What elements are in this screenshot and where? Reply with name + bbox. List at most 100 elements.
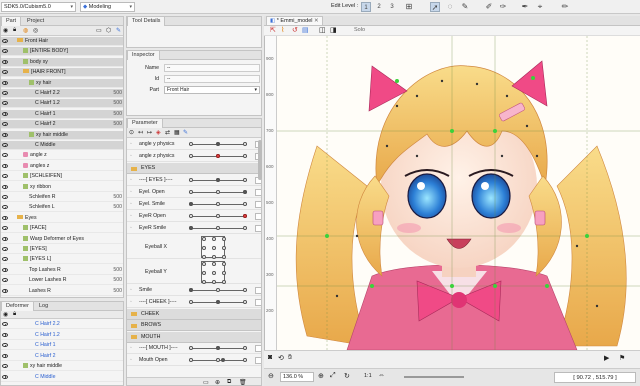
- part-row[interactable]: C Hairf 1.2 500: [1, 99, 123, 109]
- link-icon[interactable]: ⊙: [129, 129, 134, 136]
- parameter-row[interactable]: ◦ EyeR Open 1.0: [127, 211, 261, 222]
- deform-brush-icon[interactable]: ✐: [484, 2, 494, 12]
- parameter-row[interactable]: ◦ ----[ MOUTH ]---- 0.0: [127, 343, 261, 354]
- new-deformer-icon[interactable]: ⬡: [106, 27, 111, 34]
- eye-icon[interactable]: [2, 111, 8, 116]
- bezier-icon[interactable]: ⌇: [281, 26, 284, 34]
- keyform-point[interactable]: [243, 142, 247, 146]
- edit-level-2-button[interactable]: 2: [374, 2, 384, 12]
- eye-toggle-icon[interactable]: ◉: [3, 27, 8, 34]
- eye-icon[interactable]: [2, 226, 8, 231]
- eye-icon[interactable]: [2, 205, 8, 210]
- flip-icon[interactable]: ⇔: [378, 372, 385, 379]
- slider-handle[interactable]: [216, 142, 220, 146]
- keyform-point[interactable]: [243, 299, 247, 304]
- keyform-point[interactable]: [189, 299, 193, 304]
- eye-icon[interactable]: [2, 70, 8, 75]
- part-row[interactable]: xy ribbon: [1, 183, 123, 192]
- actual-size-button[interactable]: 1:1: [364, 373, 372, 379]
- keyform-point[interactable]: [189, 358, 193, 362]
- parameter-value-field[interactable]: 0.0: [255, 345, 261, 352]
- parameter-slider[interactable]: [189, 358, 247, 362]
- tab-emmi-model[interactable]: ◧ * Emmi_model ✕: [266, 16, 323, 26]
- parameter-link-icon[interactable]: ◦: [130, 345, 132, 351]
- eye-icon[interactable]: [2, 257, 8, 262]
- eye-icon[interactable]: [2, 80, 8, 85]
- parameter-slider[interactable]: [189, 177, 247, 182]
- arrange-icon[interactable]: ⇱: [270, 26, 276, 34]
- eye-icon[interactable]: [2, 59, 8, 64]
- part-row[interactable]: [SCHLEIFEN]: [1, 172, 123, 182]
- parameter-value-field[interactable]: 0.0: [255, 224, 261, 232]
- part-row[interactable]: [ENTIRE BODY]: [1, 47, 123, 57]
- grid-keyform-point[interactable]: [222, 261, 226, 266]
- lasso-icon[interactable]: ◌: [445, 2, 455, 12]
- curve-icon[interactable]: ↺: [292, 26, 298, 34]
- keyform-point[interactable]: [216, 287, 220, 292]
- eye-icon[interactable]: [2, 374, 8, 379]
- parameter-row[interactable]: Eyeball Y: [127, 260, 261, 284]
- new-parameter-icon[interactable]: ⊕: [215, 379, 220, 385]
- eye-icon[interactable]: [2, 122, 8, 127]
- parameter-value-field[interactable]: 1.0: [255, 212, 261, 220]
- part-row[interactable]: Lashes R 500: [1, 287, 123, 296]
- eye-toggle-icon[interactable]: ◉: [3, 311, 8, 318]
- eye-icon[interactable]: [2, 39, 8, 43]
- camera-icon[interactable]: ◙: [268, 354, 272, 361]
- keyform-point[interactable]: [216, 189, 220, 194]
- id-field[interactable]: --: [164, 75, 260, 83]
- onion-skin-icon[interactable]: ⟲: [278, 354, 284, 362]
- parameter-slider[interactable]: [189, 287, 247, 292]
- parameter-row[interactable]: ◦ Eyel. Open 1.0: [127, 187, 261, 198]
- grid-keyform-point[interactable]: [212, 270, 216, 275]
- grid-keyform-point[interactable]: [212, 236, 216, 241]
- new-folder-icon[interactable]: ▭: [96, 27, 102, 34]
- grid-keyform-point[interactable]: [202, 279, 206, 284]
- guide-icon[interactable]: ▤: [302, 26, 309, 34]
- zoom-out-icon[interactable]: ⊖: [268, 372, 274, 380]
- slider-handle[interactable]: [216, 299, 220, 304]
- parameter-slider[interactable]: [189, 225, 247, 230]
- parameter-row[interactable]: ◦ Eyel. Smile 0.0: [127, 199, 261, 210]
- parameter-slider[interactable]: [189, 142, 247, 146]
- eye-icon[interactable]: [2, 49, 8, 54]
- parameter-row[interactable]: ◦ Smile 0.0: [127, 285, 261, 296]
- parameter-link-icon[interactable]: ◦: [130, 141, 132, 147]
- part-row[interactable]: Schleifen L 500: [1, 203, 123, 213]
- brush-select-icon[interactable]: ✎: [460, 2, 470, 12]
- eye-icon[interactable]: [2, 288, 8, 293]
- grid-keyform-point[interactable]: [222, 279, 226, 284]
- keyform-point[interactable]: [243, 154, 247, 158]
- deformer-row[interactable]: C Hairf 2.2: [1, 320, 123, 329]
- keyform-point[interactable]: [243, 201, 247, 206]
- slider-handle[interactable]: [189, 287, 193, 292]
- eye-icon[interactable]: [2, 353, 8, 358]
- zoom-level-field[interactable]: 136.0 %: [280, 372, 314, 382]
- parameter-2d-grid[interactable]: [201, 235, 226, 259]
- eye-icon[interactable]: [2, 195, 8, 199]
- grid-keyform-point[interactable]: [202, 254, 206, 259]
- keyform-point[interactable]: [189, 213, 193, 218]
- eye-icon[interactable]: [2, 163, 8, 168]
- palette-icon[interactable]: ◍: [23, 27, 28, 34]
- parameter-2d-grid[interactable]: [201, 260, 226, 284]
- part-row[interactable]: C Hairf 1 500: [1, 109, 123, 119]
- tab-deformer[interactable]: Deformer: [1, 302, 34, 311]
- name-field[interactable]: --: [164, 64, 260, 72]
- eye-icon[interactable]: [2, 101, 8, 106]
- hand-tool-icon[interactable]: ✋︎: [288, 354, 292, 362]
- parameter-row[interactable]: ◦ EyeR Smile 0.0: [127, 223, 261, 234]
- dropper-icon[interactable]: ✏: [560, 2, 570, 12]
- deformer-row[interactable]: xy hair middle: [1, 362, 123, 371]
- eye-icon[interactable]: [2, 91, 8, 95]
- eye-icon[interactable]: [2, 267, 8, 272]
- part-row[interactable]: angles z: [1, 162, 123, 171]
- slider-handle[interactable]: [216, 346, 220, 350]
- parameter-value-field[interactable]: 1.0: [255, 188, 261, 196]
- deformer-row[interactable]: C Hairf 2: [1, 352, 123, 361]
- slider-handle[interactable]: [243, 189, 247, 194]
- slider-handle[interactable]: [216, 177, 220, 182]
- part-row[interactable]: body xy: [1, 57, 123, 67]
- blend-icon[interactable]: ⇄: [165, 129, 170, 136]
- part-row[interactable]: [EYES L]: [1, 255, 123, 265]
